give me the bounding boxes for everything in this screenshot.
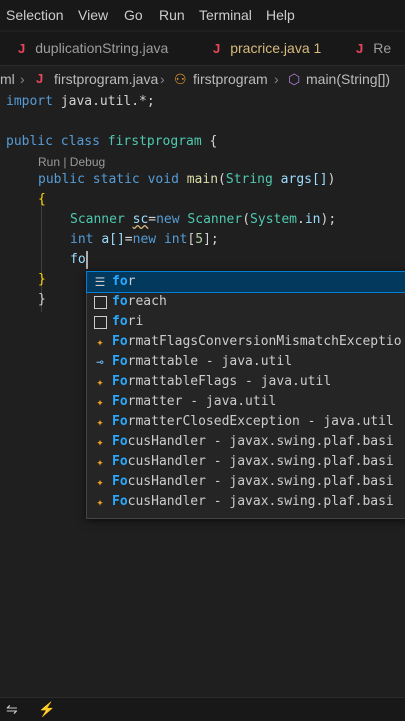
tab-label: pracrice.java 1 <box>230 40 322 56</box>
tab-label: duplicationString.java <box>35 40 169 56</box>
suggestion-item[interactable]: ✦ FocusHandler - javax.swing.plaf.basi <box>87 472 405 492</box>
class-symbol-icon: ⚇ <box>174 71 187 87</box>
suggestion-item[interactable]: fori <box>87 312 405 332</box>
breadcrumb-prefix[interactable]: ml <box>0 71 15 87</box>
class-icon: ✦ <box>96 435 104 449</box>
tab-duplication-string[interactable]: JduplicationString.java <box>18 32 168 65</box>
keyword-icon: ☰ <box>94 275 106 289</box>
suggestion-item[interactable]: ✦ FormatFlagsConversionMismatchExceptio <box>87 332 405 352</box>
tab-label: Re <box>373 40 392 56</box>
suggestion-item[interactable]: ✦ FormatterClosedException - java.util <box>87 412 405 432</box>
code-line-close-inner: } <box>38 272 46 287</box>
class-icon: ✦ <box>96 375 104 389</box>
suggestion-item[interactable]: ✦ FocusHandler - javax.swing.plaf.basi <box>87 452 405 472</box>
code-line-close-outer: } <box>38 292 46 307</box>
suggestion-item[interactable]: foreach <box>87 292 405 312</box>
class-icon: ✦ <box>96 455 104 469</box>
chevron-right-icon: › <box>160 71 165 87</box>
breadcrumb-class[interactable]: firstprogram <box>193 71 268 87</box>
snippet-icon <box>94 296 107 309</box>
code-line-main: public static void main(String args[]) <box>38 172 336 187</box>
suggestion-item[interactable]: ✦ FocusHandler - javax.swing.plaf.basi <box>87 432 405 452</box>
suggestion-item[interactable]: ✦ Formatter - java.util <box>87 392 405 412</box>
suggestion-item[interactable]: ⊸ Formattable - java.util <box>87 352 405 372</box>
code-line-scanner: Scanner sc=new Scanner(System.in); <box>70 212 337 227</box>
editor-tabs: JduplicationString.java Jpracrice.java 1… <box>0 32 405 66</box>
java-file-icon: J <box>213 41 221 56</box>
breadcrumb-method[interactable]: main(String[]) <box>306 71 390 87</box>
class-icon: ✦ <box>96 415 104 429</box>
breadcrumb-file[interactable]: firstprogram.java <box>54 71 158 87</box>
java-file-icon: J <box>18 41 26 56</box>
codelens-run-debug[interactable]: Run | Debug <box>38 152 105 172</box>
java-file-icon: J <box>36 71 44 86</box>
class-icon: ✦ <box>96 395 104 409</box>
code-line-open-brace: { <box>38 192 46 207</box>
class-icon: ✦ <box>96 495 104 509</box>
class-icon: ✦ <box>96 475 104 489</box>
chevron-right-icon: › <box>274 71 279 87</box>
suggestion-item[interactable]: ✦ FormattableFlags - java.util <box>87 372 405 392</box>
code-line-class: public class firstprogram { <box>6 134 218 149</box>
menu-view[interactable]: View <box>78 7 108 23</box>
menu-help[interactable]: Help <box>266 7 295 23</box>
class-icon: ✦ <box>96 335 104 349</box>
menu-selection[interactable]: Selection <box>6 7 64 23</box>
code-line-import: import java.util.*; <box>6 94 155 109</box>
code-line-typed: fo <box>70 252 86 267</box>
interface-icon: ⊸ <box>96 355 104 369</box>
autocomplete-suggestions[interactable]: ☰ for foreach fori ✦ FormatFlagsConversion… <box>86 271 405 519</box>
menu-run[interactable]: Run <box>159 7 185 23</box>
menu-bar: Selection View Go Run Terminal Help <box>0 0 405 30</box>
java-file-icon: J <box>356 41 364 56</box>
suggestion-item[interactable]: ☰ for <box>86 271 405 293</box>
chevron-right-icon: › <box>20 71 25 87</box>
code-line-array: int a[]=new int[5]; <box>70 232 219 247</box>
tab-pracrice[interactable]: Jpracrice.java 1 <box>213 32 321 65</box>
menu-go[interactable]: Go <box>124 7 143 23</box>
breadcrumb: ml › J firstprogram.java › ⚇ firstprogra… <box>0 68 405 92</box>
menu-terminal[interactable]: Terminal <box>199 7 252 23</box>
status-bar: ⇋ ⚡ <box>0 697 405 721</box>
sync-icon[interactable]: ⚡ <box>38 701 55 718</box>
tab-re[interactable]: J Re <box>356 32 391 65</box>
method-symbol-icon: ⬡ <box>288 71 301 87</box>
suggestion-item[interactable]: ✦ FocusHandler - javax.swing.plaf.basi <box>87 492 405 512</box>
snippet-icon <box>94 316 107 329</box>
text-cursor <box>86 251 88 269</box>
remote-icon[interactable]: ⇋ <box>6 701 18 718</box>
